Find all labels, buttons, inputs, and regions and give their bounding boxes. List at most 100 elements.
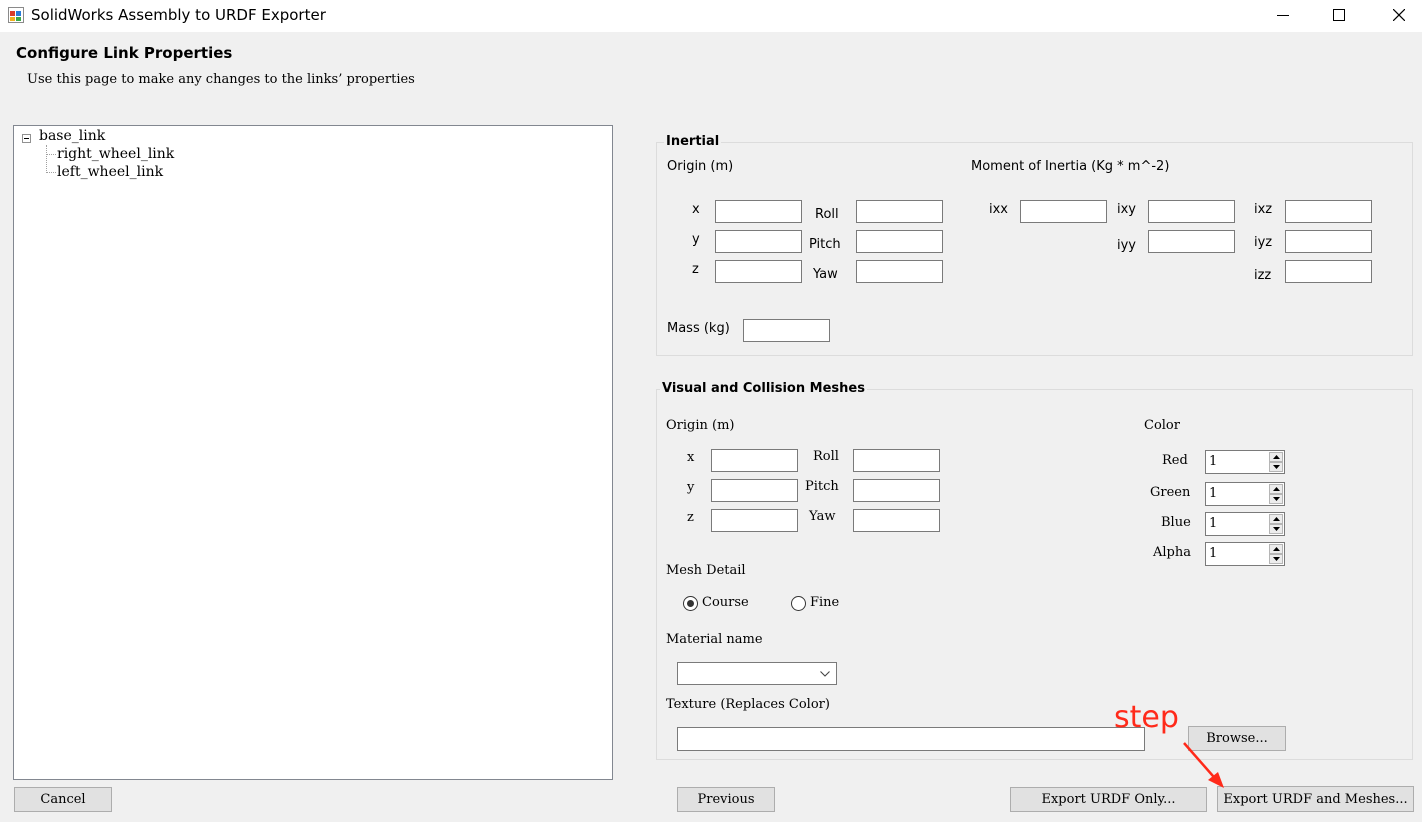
ixz-label: ixz (1254, 202, 1273, 217)
link-tree[interactable]: base_link right_wheel_link left_wheel_li… (13, 125, 613, 780)
minimize-button[interactable] (1260, 0, 1306, 30)
tree-item-right-wheel-link[interactable]: right_wheel_link (57, 146, 174, 162)
tree-connector (46, 172, 56, 173)
material-name-select[interactable] (677, 662, 837, 685)
visual-yaw-label: Yaw (809, 509, 836, 524)
inertial-pitch-label: Pitch (809, 237, 841, 252)
iyz-label: iyz (1254, 235, 1273, 250)
previous-button[interactable]: Previous (677, 787, 775, 812)
visual-collision-group-label: Visual and Collision Meshes (660, 381, 867, 396)
collapse-icon[interactable] (22, 134, 31, 143)
green-up-button[interactable] (1269, 484, 1283, 494)
tree-item-left-wheel-link[interactable]: left_wheel_link (57, 164, 163, 180)
green-label: Green (1150, 485, 1191, 500)
close-icon (1393, 9, 1405, 21)
inertial-x-label: x (692, 202, 700, 217)
alpha-value: 1 (1209, 546, 1218, 561)
red-label: Red (1162, 453, 1188, 468)
izz-field[interactable] (1285, 260, 1372, 283)
alpha-label: Alpha (1153, 545, 1191, 560)
cancel-button[interactable]: Cancel (14, 787, 112, 812)
izz-label: izz (1254, 268, 1272, 283)
material-name-label: Material name (666, 632, 763, 647)
visual-pitch-label: Pitch (805, 479, 839, 494)
arrow-down-icon (1272, 497, 1280, 501)
red-down-button[interactable] (1269, 462, 1283, 472)
iyz-field[interactable] (1285, 230, 1372, 253)
inertial-roll-field[interactable] (856, 200, 943, 223)
blue-down-button[interactable] (1269, 524, 1283, 534)
ixy-field[interactable] (1148, 200, 1235, 223)
visual-yaw-field[interactable] (853, 509, 940, 532)
ixx-label: ixx (989, 202, 1008, 217)
inertial-y-label: y (692, 232, 700, 247)
green-down-button[interactable] (1269, 494, 1283, 504)
fine-radio[interactable] (791, 596, 806, 611)
red-up-button[interactable] (1269, 452, 1283, 462)
arrow-annotation-icon (1183, 742, 1224, 788)
visual-z-label: z (687, 510, 694, 525)
inertial-origin-label: Origin (m) (667, 159, 734, 174)
tree-item-base-link[interactable]: base_link (39, 128, 105, 144)
texture-label: Texture (Replaces Color) (666, 697, 830, 712)
blue-value: 1 (1209, 516, 1218, 531)
visual-x-label: x (687, 450, 695, 465)
red-value: 1 (1209, 454, 1218, 469)
iyy-field[interactable] (1148, 230, 1235, 253)
inertial-x-field[interactable] (715, 200, 802, 223)
ixx-field[interactable] (1020, 200, 1107, 223)
fine-radio-label[interactable]: Fine (810, 595, 839, 610)
inertial-pitch-field[interactable] (856, 230, 943, 253)
arrow-up-icon (1272, 547, 1280, 551)
ixz-field[interactable] (1285, 200, 1372, 223)
green-value: 1 (1209, 486, 1218, 501)
visual-x-field[interactable] (711, 449, 798, 472)
inertial-yaw-label: Yaw (813, 267, 838, 282)
arrow-up-icon (1272, 487, 1280, 491)
visual-pitch-field[interactable] (853, 479, 940, 502)
arrow-up-icon (1272, 455, 1280, 459)
visual-roll-label: Roll (813, 449, 839, 464)
blue-stepper[interactable]: 1 (1205, 512, 1285, 536)
maximize-icon (1333, 9, 1345, 21)
visual-z-field[interactable] (711, 509, 798, 532)
color-label: Color (1144, 418, 1180, 433)
course-radio[interactable] (683, 596, 698, 611)
tree-connector (46, 145, 47, 173)
ixy-label: ixy (1117, 202, 1136, 217)
visual-roll-field[interactable] (853, 449, 940, 472)
export-urdf-and-meshes-button[interactable]: Export URDF and Meshes... (1217, 786, 1414, 812)
inertial-group-label: Inertial (664, 134, 722, 149)
mesh-detail-label: Mesh Detail (666, 563, 746, 578)
close-button[interactable] (1376, 0, 1422, 30)
alpha-stepper[interactable]: 1 (1205, 542, 1285, 566)
tree-connector (46, 154, 56, 155)
alpha-down-button[interactable] (1269, 554, 1283, 564)
mass-label: Mass (kg) (667, 321, 730, 336)
red-stepper[interactable]: 1 (1205, 450, 1285, 474)
inertial-yaw-field[interactable] (856, 260, 943, 283)
minimize-icon (1277, 15, 1289, 16)
arrow-down-icon (1272, 465, 1280, 469)
arrow-down-icon (1272, 557, 1280, 561)
course-radio-label[interactable]: Course (702, 595, 749, 610)
mass-field[interactable] (743, 319, 830, 342)
arrow-down-icon (1272, 527, 1280, 531)
visual-y-field[interactable] (711, 479, 798, 502)
window-title: SolidWorks Assembly to URDF Exporter (31, 6, 326, 24)
inertial-y-field[interactable] (715, 230, 802, 253)
arrow-up-icon (1272, 517, 1280, 521)
visual-y-label: y (687, 480, 695, 495)
moment-of-inertia-label: Moment of Inertia (Kg * m^-2) (971, 159, 1170, 174)
chevron-down-icon (820, 671, 830, 677)
texture-path-field[interactable] (677, 727, 1145, 751)
green-stepper[interactable]: 1 (1205, 482, 1285, 506)
page-subtitle: Use this page to make any changes to the… (27, 72, 415, 87)
visual-origin-label: Origin (m) (666, 418, 735, 433)
blue-up-button[interactable] (1269, 514, 1283, 524)
alpha-up-button[interactable] (1269, 544, 1283, 554)
inertial-z-field[interactable] (715, 260, 802, 283)
iyy-label: iyy (1117, 238, 1136, 253)
maximize-button[interactable] (1316, 0, 1362, 30)
app-icon (8, 7, 24, 23)
